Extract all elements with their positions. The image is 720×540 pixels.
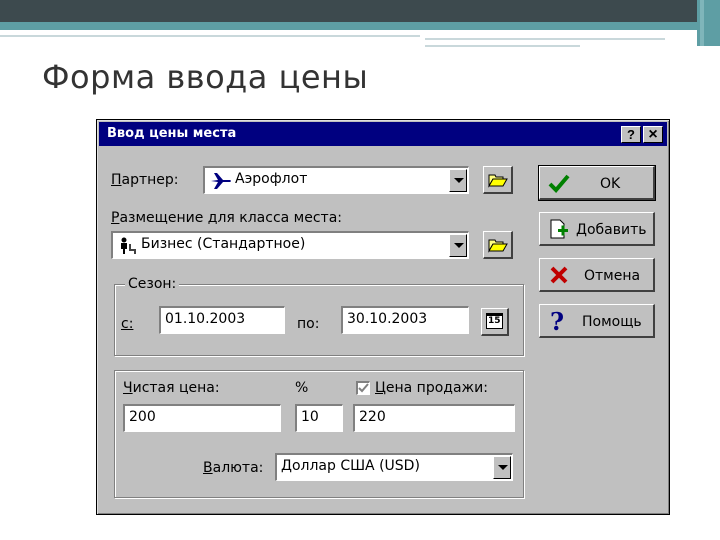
placement-value: Бизнес (Стандартное) [141, 236, 306, 252]
season-from-label: с: [121, 316, 134, 332]
folder-open-icon [488, 239, 508, 253]
season-to-label: по: [297, 316, 320, 332]
slide-header-bar [0, 0, 720, 22]
checkmark-icon [358, 383, 369, 393]
dialog-titlebar[interactable]: Ввод цены места ? × [99, 122, 667, 146]
ok-button[interactable]: OK [538, 165, 656, 201]
question-mark-icon: ? [550, 307, 565, 336]
folder-open-icon [488, 174, 508, 188]
cancel-button[interactable]: Отмена [539, 258, 655, 292]
sale-price-input[interactable]: 220 [353, 404, 515, 432]
dialog-title: Ввод цены места [107, 126, 237, 141]
cancel-button-label: Отмена [584, 268, 641, 284]
placement-browse-button[interactable] [483, 231, 513, 259]
currency-label: Валюта: [203, 460, 264, 476]
add-button-label: Добавить [576, 222, 647, 238]
slide-title: Форма ввода цены [42, 58, 369, 96]
partner-label: Партнер: [111, 172, 179, 188]
currency-value: Доллар США (USD) [281, 458, 420, 474]
partner-value: Аэрофлот [235, 171, 308, 187]
calendar-button[interactable]: 15 [481, 308, 509, 336]
currency-combobox[interactable]: Доллар США (USD) [275, 453, 513, 481]
slide-rule [0, 35, 420, 37]
calendar-icon: 15 [486, 313, 503, 329]
calendar-icon-day: 15 [488, 316, 501, 326]
close-titlebar-button[interactable]: × [643, 126, 663, 143]
add-document-icon [550, 219, 568, 239]
ok-button-label: OK [600, 176, 621, 192]
slide-rule [425, 45, 580, 47]
placement-dropdown-button[interactable] [449, 234, 467, 257]
season-to-input[interactable]: 30.10.2003 [341, 306, 469, 334]
partner-browse-button[interactable] [483, 166, 513, 194]
sale-price-checkbox[interactable] [356, 381, 370, 395]
placement-label: Размещение для класса места: [111, 210, 342, 226]
sale-price-label: Цена продажи: [375, 380, 488, 396]
currency-dropdown-button[interactable] [493, 456, 511, 479]
airplane-icon [211, 173, 231, 189]
slide-rule [425, 38, 665, 40]
help-button[interactable]: ? Помощь [539, 304, 655, 338]
partner-combobox[interactable]: Аэрофлот [203, 166, 469, 194]
season-legend: Сезон: [125, 276, 180, 292]
cancel-x-icon [550, 266, 568, 284]
percent-input[interactable]: 10 [295, 404, 343, 432]
slide-accent-bar [0, 22, 705, 30]
add-button[interactable]: Добавить [539, 212, 655, 246]
placement-combobox[interactable]: Бизнес (Стандартное) [111, 231, 469, 259]
slide-corner-stripe [700, 0, 704, 46]
net-price-label: Чистая цена: [123, 380, 220, 396]
help-titlebar-button[interactable]: ? [621, 126, 641, 143]
passenger-seat-icon [121, 237, 136, 254]
help-button-label: Помощь [582, 314, 642, 330]
partner-dropdown-button[interactable] [449, 169, 467, 192]
checkmark-icon [548, 174, 570, 193]
net-price-input[interactable]: 200 [123, 404, 281, 432]
season-from-input[interactable]: 01.10.2003 [159, 306, 285, 334]
percent-label: % [295, 380, 309, 396]
price-entry-dialog: Ввод цены места ? × Партнер: Аэрофлот Ра… [96, 119, 670, 515]
